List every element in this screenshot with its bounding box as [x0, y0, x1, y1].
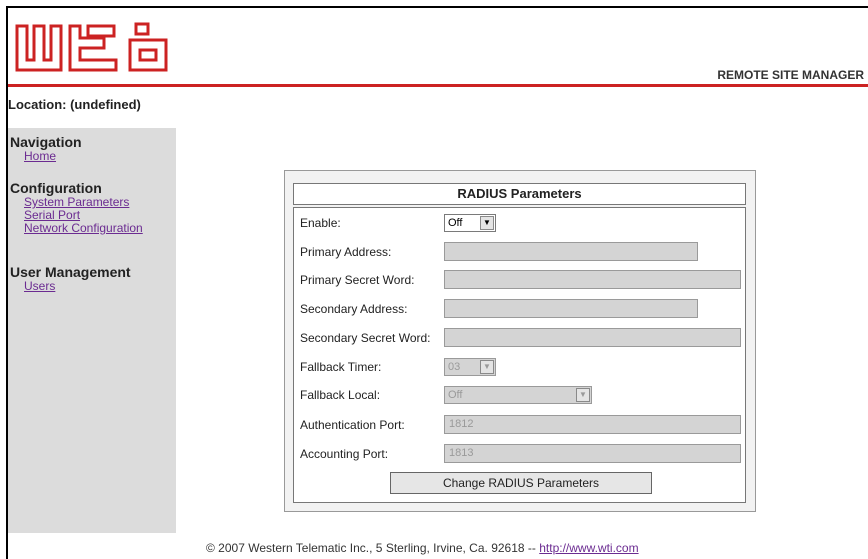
primary-address-label: Primary Address:: [300, 245, 392, 259]
sidebar: Navigation Home Configuration System Par…: [8, 128, 176, 533]
sidebar-item-network-configuration[interactable]: Network Configuration: [8, 222, 143, 235]
sidebar-item-users[interactable]: Users: [8, 280, 131, 293]
change-radius-button[interactable]: Change RADIUS Parameters: [390, 472, 652, 494]
primary-secret-input[interactable]: [444, 270, 741, 289]
chevron-down-icon: ▼: [576, 388, 590, 402]
fallback-timer-label: Fallback Timer:: [300, 360, 382, 374]
nav-section: Navigation Home: [8, 134, 82, 163]
footer-link[interactable]: http://www.wti.com: [539, 541, 638, 555]
radius-panel: RADIUS Parameters Enable: Off ▼ Primary …: [284, 170, 756, 512]
footer-text: © 2007 Western Telematic Inc., 5 Sterlin…: [206, 541, 540, 555]
radius-title: RADIUS Parameters: [293, 183, 746, 205]
acct-port-input[interactable]: 1813: [444, 444, 741, 463]
enable-select[interactable]: Off ▼: [444, 214, 496, 232]
acct-port-label: Accounting Port:: [300, 447, 389, 461]
fallback-local-select[interactable]: Off ▼: [444, 386, 592, 404]
product-tagline: REMOTE SITE MANAGER: [717, 68, 864, 82]
fallback-timer-select[interactable]: 03 ▼: [444, 358, 496, 376]
chevron-down-icon: ▼: [480, 360, 494, 374]
location-label: Location: (undefined): [8, 97, 141, 112]
enable-label: Enable:: [300, 216, 341, 230]
primary-address-input[interactable]: [444, 242, 698, 261]
sidebar-item-home[interactable]: Home: [8, 150, 82, 163]
fallback-timer-value: 03: [448, 361, 461, 373]
auth-port-label: Authentication Port:: [300, 418, 405, 432]
user-mgmt-section: User Management Users: [8, 264, 131, 293]
primary-secret-label: Primary Secret Word:: [300, 273, 415, 287]
footer: © 2007 Western Telematic Inc., 5 Sterlin…: [206, 541, 639, 555]
header-divider: [8, 84, 868, 87]
config-section: Configuration System Parameters Serial P…: [8, 180, 143, 235]
fallback-local-value: Off: [448, 389, 463, 401]
secondary-secret-label: Secondary Secret Word:: [300, 331, 431, 345]
user-mgmt-section-title: User Management: [10, 264, 131, 280]
chevron-down-icon: ▼: [480, 216, 494, 230]
secondary-secret-input[interactable]: [444, 328, 741, 347]
secondary-address-input[interactable]: [444, 299, 698, 318]
wti-logo: [15, 22, 168, 72]
radius-form: Enable: Off ▼ Primary Address: Primary S…: [293, 207, 746, 503]
auth-port-input[interactable]: 1812: [444, 415, 741, 434]
enable-value: Off: [448, 217, 463, 229]
nav-section-title: Navigation: [10, 134, 82, 150]
secondary-address-label: Secondary Address:: [300, 302, 408, 316]
config-section-title: Configuration: [10, 180, 102, 196]
fallback-local-label: Fallback Local:: [300, 388, 381, 402]
